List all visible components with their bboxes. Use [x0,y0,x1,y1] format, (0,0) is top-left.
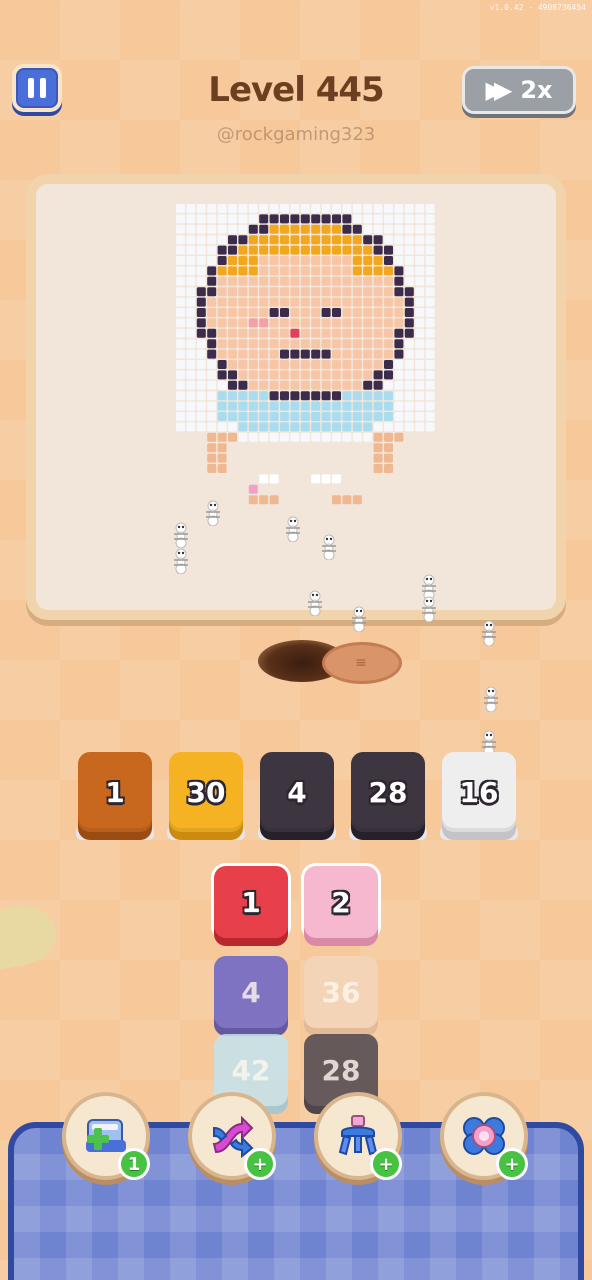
ant-icon [316,534,342,564]
username-watermark: @rockgaming323 [216,124,376,145]
fast-forward-icon: ▶▶ [485,76,512,104]
speed-toggle-button[interactable]: ▶▶ 2x [462,66,576,114]
tile-count: 1 [241,885,261,919]
tile-count: 42 [231,1053,271,1087]
ant-icon [200,500,226,530]
pixel-art-board [26,174,566,620]
booster-magnet-button[interactable]: + [314,1092,402,1180]
slot-count: 28 [368,775,408,809]
slot-count: 16 [459,775,499,809]
queue-slot[interactable]: 30 [167,752,245,840]
ant-icon [478,686,504,716]
color-tile[interactable]: 36 [304,956,378,1028]
booster-shuffle-button[interactable]: + [188,1092,276,1180]
ant-icon [346,606,372,636]
slot-count: 1 [105,775,125,809]
slot-count: 30 [186,775,226,809]
queue-slot[interactable]: 16 [440,752,518,840]
color-tile[interactable]: 4 [214,956,288,1028]
pixel-art-canvas [176,204,435,505]
booster-freeze-button[interactable]: + [440,1092,528,1180]
ant-icon [280,516,306,546]
tile-count: 2 [331,885,351,919]
color-tile[interactable]: 1 [214,866,288,938]
booster-add-badge: + [370,1148,402,1180]
ant-icon [416,596,442,626]
version-label: v1.0.42 - 4908736454 [489,3,586,12]
slot-count: 4 [287,775,307,809]
booster-add-badge: + [244,1148,276,1180]
hole-lid: ≡ [322,642,402,684]
ant-icon [476,620,502,650]
booster-add-badge: + [496,1148,528,1180]
tile-count: 28 [321,1053,361,1087]
queue-slot[interactable]: 28 [349,752,427,840]
booster-count-badge: 1 [118,1148,150,1180]
tile-count: 4 [241,975,261,1009]
queue-slot[interactable]: 4 [258,752,336,840]
tile-count: 36 [321,975,361,1009]
ant-icon [168,548,194,578]
speed-label: 2x [520,76,553,104]
queue-slot[interactable]: 1 [76,752,154,840]
leaf-decoration [0,899,61,973]
color-tile[interactable]: 2 [304,866,378,938]
booster-add-slot-button[interactable]: 1 [62,1092,150,1180]
ant-icon [302,590,328,620]
